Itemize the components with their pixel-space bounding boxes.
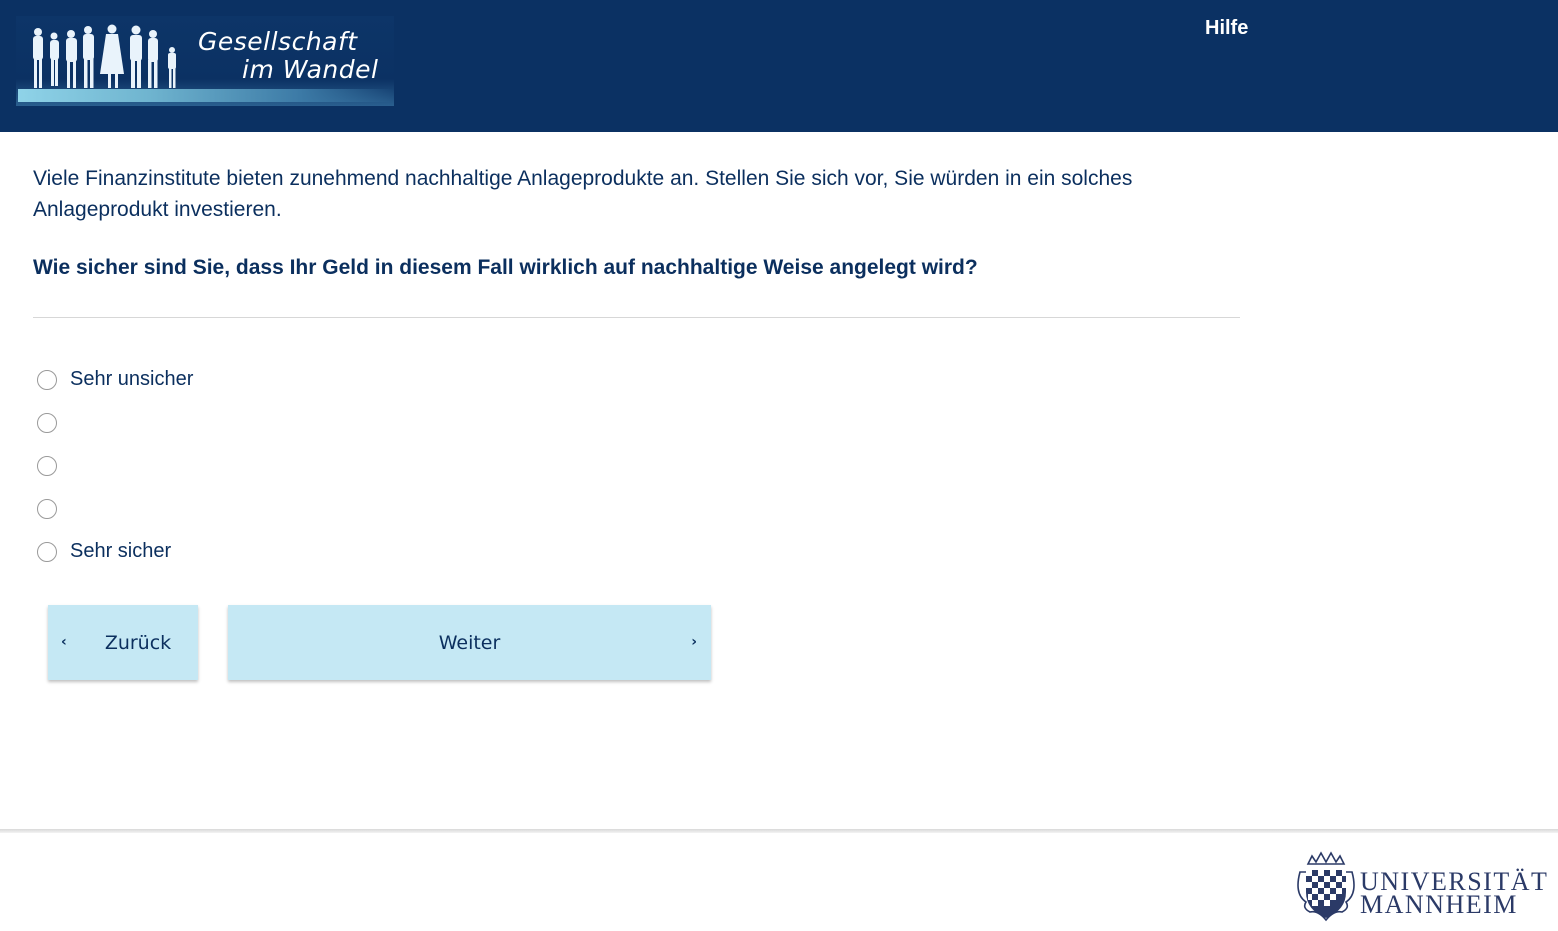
header-bar: Gesellschaft im Wandel Hilfe [0, 0, 1558, 132]
footer-divider [0, 829, 1558, 833]
university-crest-icon [1297, 851, 1355, 922]
help-link[interactable]: Hilfe [1205, 17, 1248, 40]
radio-button[interactable] [37, 369, 57, 390]
university-name-line2: MANNHEIM [1360, 890, 1518, 919]
option-label: Sehr unsicher [70, 368, 194, 390]
radio-button[interactable] [37, 498, 57, 519]
option-label: Sehr sicher [70, 540, 172, 562]
logo-text-line1: Gesellschaft [198, 27, 358, 56]
answer-option-2[interactable] [37, 401, 193, 444]
answer-options: Sehr unsicher Sehr sicher [37, 358, 193, 573]
answer-option-3[interactable] [37, 444, 193, 487]
universitaet-mannheim-logo: UNIVERSITÄT MANNHEIM [1294, 850, 1547, 924]
next-button[interactable]: Weiter › [228, 605, 711, 680]
answer-option-1[interactable]: Sehr unsicher [37, 358, 193, 401]
question-text: Wie sicher sind Sie, dass Ihr Geld in di… [33, 256, 978, 279]
next-button-label: Weiter [438, 631, 501, 654]
back-button-label: Zurück [104, 631, 172, 654]
answer-option-4[interactable] [37, 487, 193, 530]
logo-text-line2: im Wandel [242, 55, 379, 84]
radio-button[interactable] [37, 541, 57, 562]
radio-button[interactable] [37, 412, 57, 433]
people-silhouettes-icon [33, 24, 176, 88]
gesellschaft-im-wandel-logo: Gesellschaft im Wandel [16, 16, 394, 106]
back-button[interactable]: ‹ Zurück [48, 605, 198, 680]
divider [33, 317, 1240, 318]
chevron-left-icon: ‹ [61, 633, 67, 650]
chevron-right-icon: › [691, 633, 697, 650]
radio-button[interactable] [37, 455, 57, 476]
question-intro-text: Viele Finanzinstitute bieten zunehmend n… [33, 167, 1133, 221]
answer-option-5[interactable]: Sehr sicher [37, 530, 193, 573]
